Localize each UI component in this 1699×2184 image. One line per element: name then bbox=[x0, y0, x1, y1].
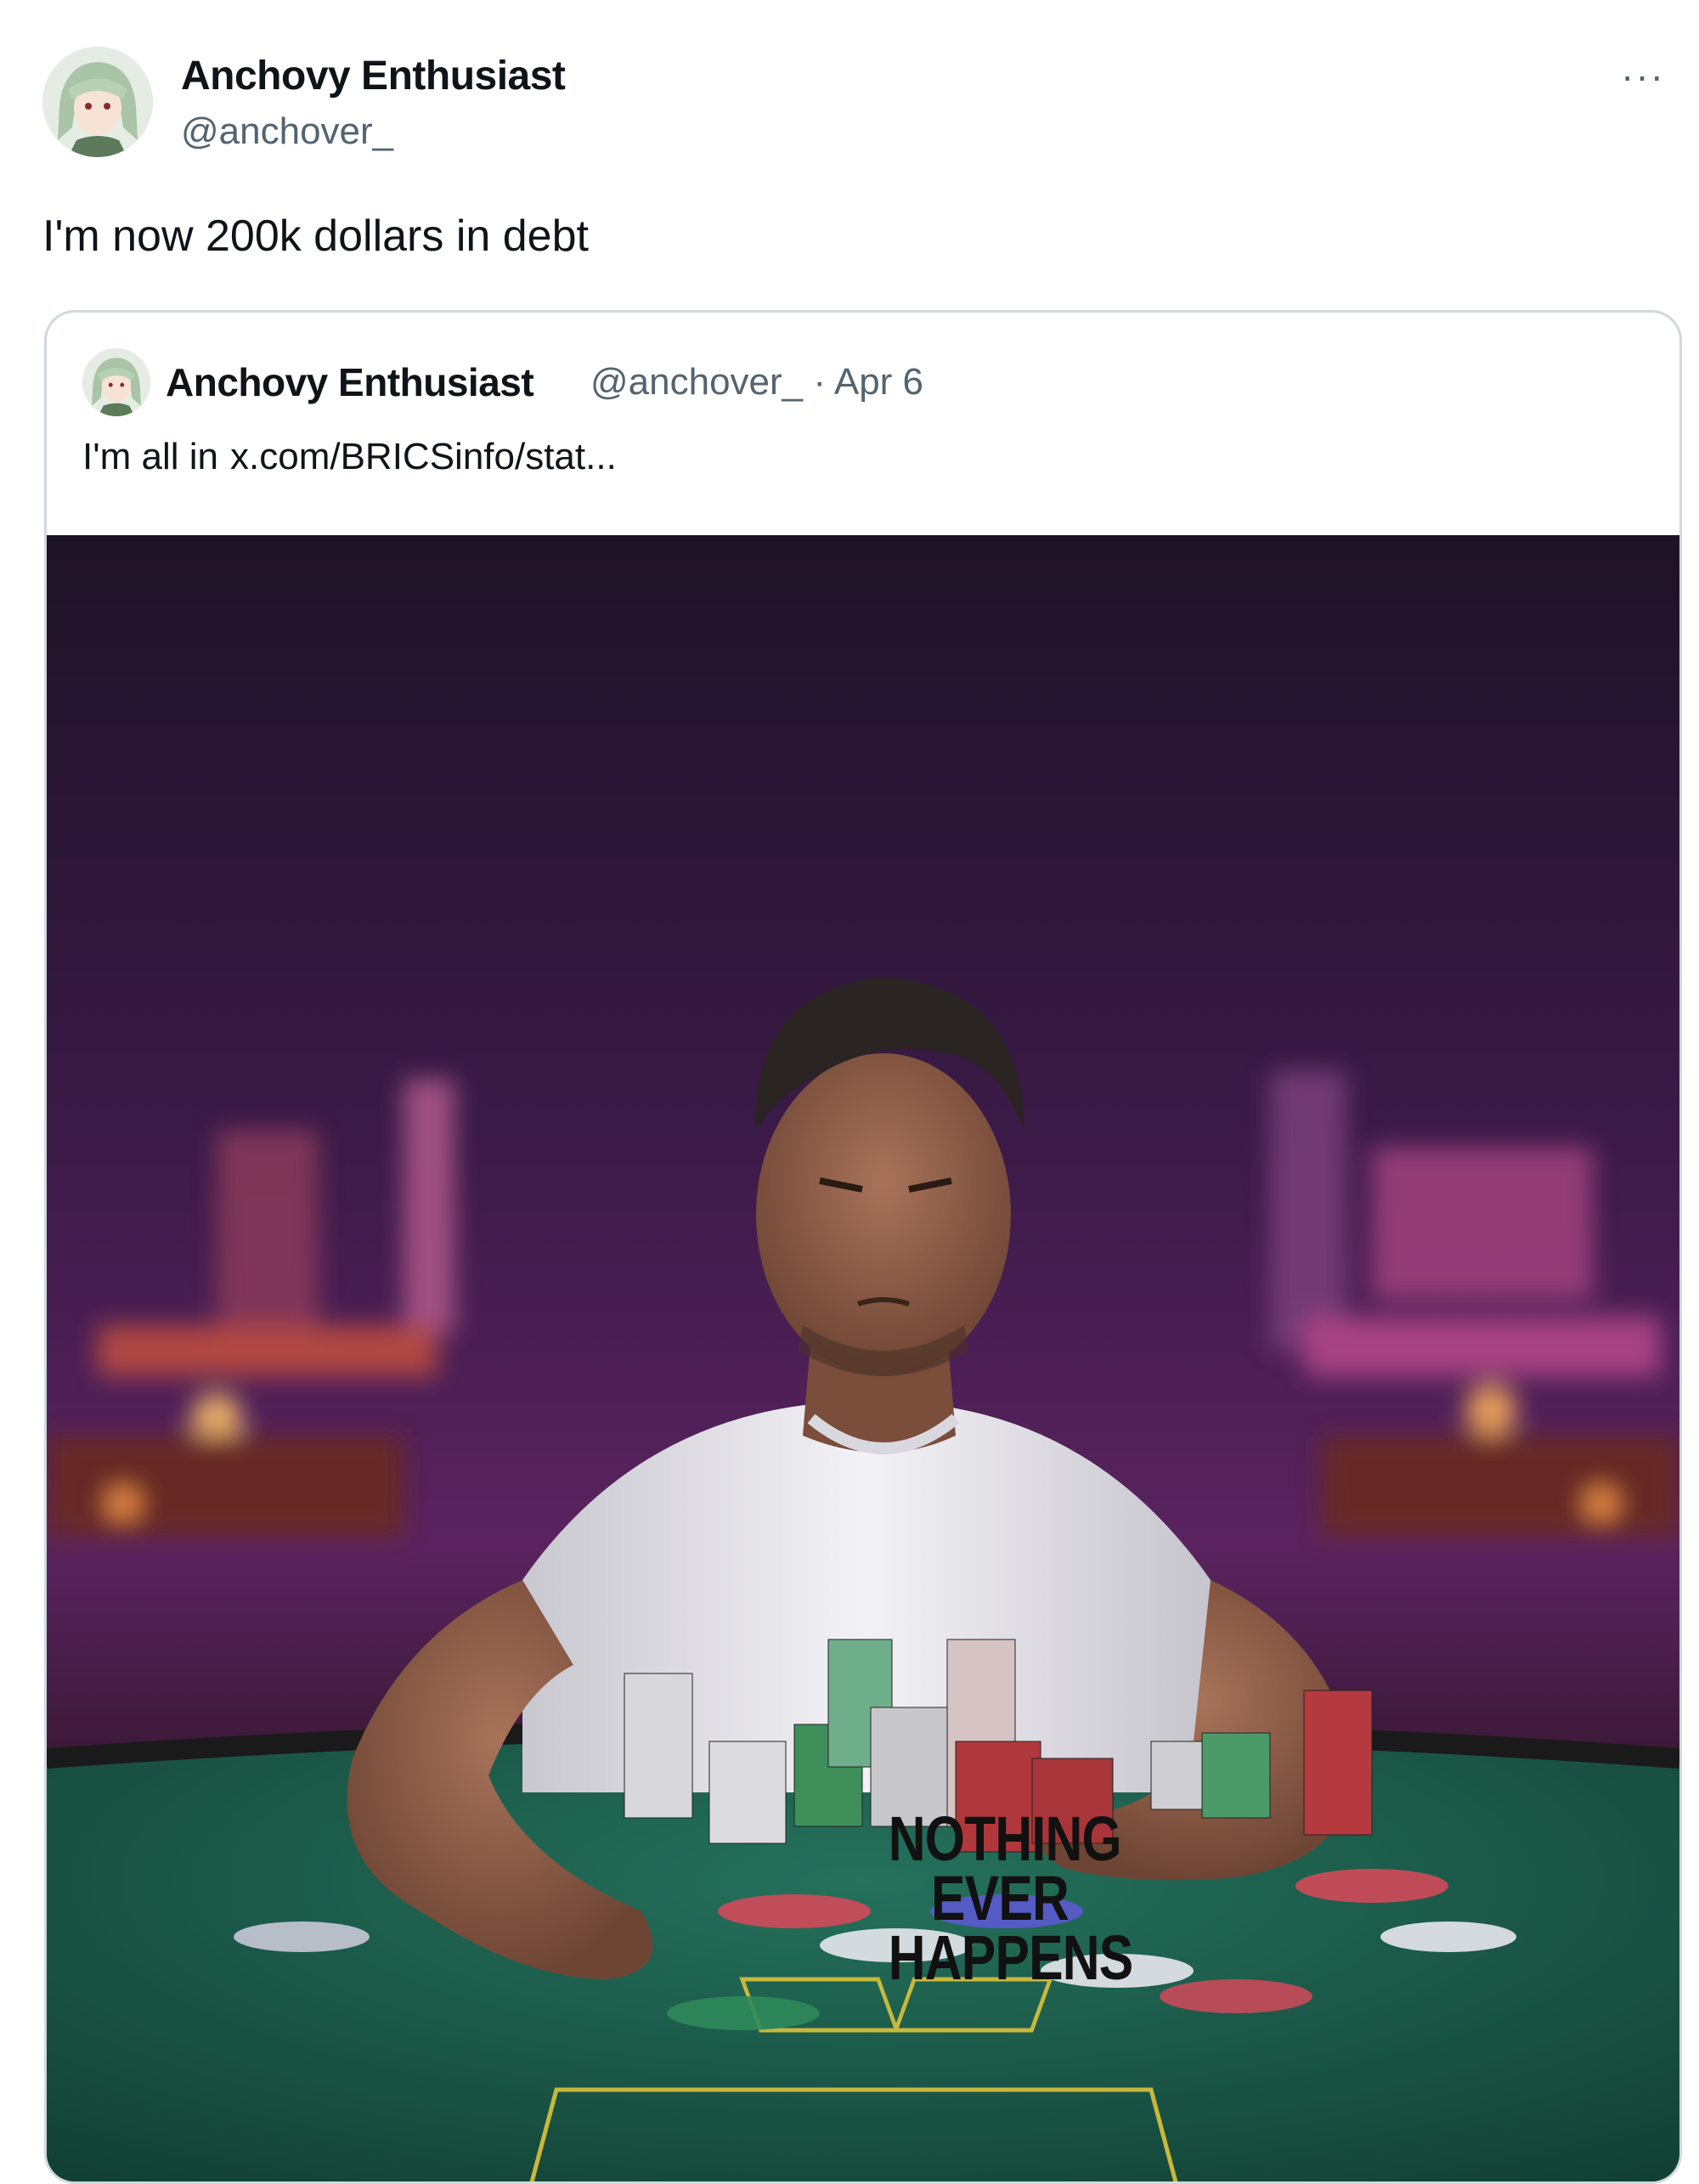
avatar-image bbox=[82, 348, 150, 416]
quoted-author-handle[interactable]: @anchover_ bbox=[590, 361, 803, 403]
author-avatar[interactable] bbox=[42, 47, 153, 157]
quoted-tweet-date[interactable]: Apr 6 bbox=[834, 361, 923, 403]
more-options-icon[interactable]: ··· bbox=[1621, 53, 1665, 99]
avatar-image bbox=[42, 47, 153, 157]
quoted-link[interactable]: x.com/BRICSinfo/stat... bbox=[230, 436, 617, 477]
poker-player-illustration bbox=[47, 535, 1679, 2181]
meta-separator: · bbox=[803, 361, 834, 403]
quoted-tweet-text: I'm all in x.com/BRICSinfo/stat... bbox=[82, 436, 617, 478]
quoted-tweet-meta: @anchover_ · Apr 6 bbox=[590, 361, 923, 404]
shirt-slogan: NOTHING EVER HAPPENS bbox=[888, 1803, 1133, 1993]
tweet-media-image[interactable]: NOTHING EVER HAPPENS bbox=[47, 535, 1679, 2181]
quoted-tweet-card[interactable]: Anchovy Enthusiast @anchover_ · Apr 6 I'… bbox=[44, 310, 1682, 2184]
quoted-text: I'm all in bbox=[82, 436, 218, 477]
shirt-line: HAPPENS bbox=[888, 1922, 1133, 1993]
quoted-author-avatar[interactable] bbox=[82, 348, 150, 416]
author-handle[interactable]: @anchover_ bbox=[181, 110, 393, 153]
shirt-line: NOTHING bbox=[888, 1803, 1122, 1874]
quoted-author-name[interactable]: Anchovy Enthusiast bbox=[166, 359, 534, 405]
author-display-name[interactable]: Anchovy Enthusiast bbox=[181, 53, 566, 99]
shirt-line: EVER bbox=[931, 1863, 1070, 1933]
tweet-text: I'm now 200k dollars in debt bbox=[42, 212, 589, 261]
